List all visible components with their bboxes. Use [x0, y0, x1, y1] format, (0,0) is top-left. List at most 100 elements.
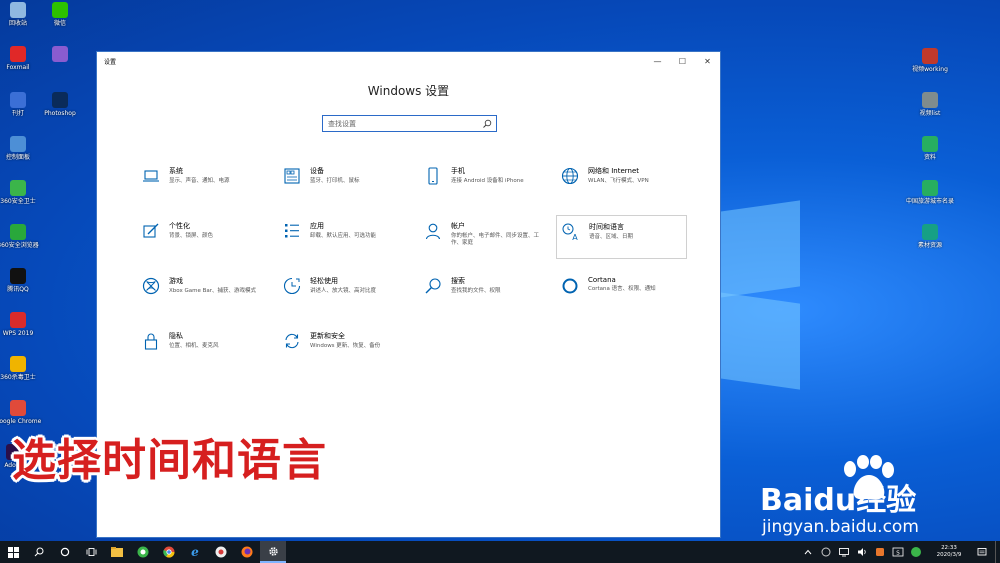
desktop-icon-label: Photoshop: [44, 110, 76, 117]
tile-cortana[interactable]: Cortana Cortana 语言、权限、通知: [556, 270, 687, 314]
tile-system[interactable]: 系统 显示、声音、通知、电源: [137, 160, 268, 204]
desktop-icon[interactable]: Photoshop: [34, 92, 86, 118]
tile-gaming[interactable]: 游戏 Xbox Game Bar、捕获、游戏模式: [137, 270, 268, 314]
taskbar-chrome[interactable]: [156, 541, 182, 563]
show-desktop-button[interactable]: [995, 541, 1000, 563]
tile-apps[interactable]: 应用 卸载、默认应用、可选功能: [278, 215, 409, 259]
tile-description: 卸载、默认应用、可选功能: [310, 233, 377, 239]
desktop-icon-label: 中国旅游城市名录: [905, 198, 954, 205]
close-button[interactable]: ✕: [695, 52, 720, 70]
minimize-button[interactable]: —: [645, 52, 670, 70]
desktop-icon[interactable]: Google Chrome: [0, 400, 44, 426]
desktop-icon[interactable]: 控制面板: [0, 136, 44, 162]
tile-description: 蓝牙、打印机、鼠标: [310, 178, 360, 184]
search-box[interactable]: [322, 115, 497, 132]
desktop-icon[interactable]: [34, 46, 86, 64]
taskbar-clock[interactable]: 22:33 2020/3/9: [925, 545, 973, 559]
tile-network[interactable]: 网络和 Internet WLAN、飞行模式、VPN: [556, 160, 687, 204]
notification-icon[interactable]: [976, 546, 988, 558]
desktop-icon[interactable]: 素材资源: [904, 224, 956, 250]
cortana-button[interactable]: [52, 541, 78, 563]
desktop-icon[interactable]: 视频working: [904, 48, 956, 74]
desktop-icon-label: 腾讯QQ: [7, 286, 29, 293]
tile-phone[interactable]: 手机连接 Android 设备和 iPhone: [419, 160, 550, 204]
desktop-icon[interactable]: WPS 2019: [0, 312, 44, 338]
taskbar-file-explorer[interactable]: [104, 541, 130, 563]
desktop-app-icon: [10, 268, 26, 284]
desktop-icon[interactable]: 360杀毒卫士: [0, 356, 44, 382]
search-input[interactable]: [328, 119, 478, 128]
tile-description: 连接 Android 设备和 iPhone: [451, 178, 524, 184]
desktop-app-icon: [52, 46, 68, 62]
page-title: Windows 设置: [367, 84, 450, 98]
desktop-app-icon: [922, 48, 938, 64]
tray-app-icon[interactable]: [820, 546, 832, 558]
chrome-icon: [163, 546, 175, 558]
tile-ease-of-access[interactable]: 轻松使用 讲述人、放大镜、高对比度: [278, 270, 409, 314]
desktop-icon-label: 360安全卫士: [0, 198, 36, 205]
chevron-up-icon[interactable]: [802, 546, 814, 558]
tray-security-icon[interactable]: [874, 546, 886, 558]
window-titlebar[interactable]: 设置 — ☐ ✕: [97, 52, 720, 70]
tile-update-security[interactable]: 更新和安全 Windows 更新、恢复、备份: [278, 325, 409, 369]
tile-devices[interactable]: 设备蓝牙、打印机、鼠标: [278, 160, 409, 204]
desktop-icon-label: 视频working: [912, 66, 948, 73]
network-icon[interactable]: [838, 546, 850, 558]
tray-green-app-icon[interactable]: [910, 546, 922, 558]
tile-privacy[interactable]: 隐私 位置、相机、麦克风: [137, 325, 268, 369]
tile-name: 搜索: [451, 277, 465, 285]
desktop-icon[interactable]: 360安全卫士: [0, 180, 44, 206]
tile-name: 手机: [451, 167, 465, 175]
desktop-icon[interactable]: 360安全浏览器: [0, 224, 44, 250]
tile-name: 更新和安全: [310, 332, 345, 340]
desktop-app-icon: [10, 136, 26, 152]
tile-name: 设备: [310, 167, 324, 175]
windows-wallpaper-logo: [720, 190, 810, 390]
desktop-app-icon: [922, 180, 938, 196]
volume-icon[interactable]: [856, 546, 868, 558]
taskbar-app-red[interactable]: [208, 541, 234, 563]
tile-name: 帐户: [451, 222, 465, 230]
folder-icon: [111, 547, 123, 557]
start-button[interactable]: [0, 541, 26, 563]
globe-icon: [560, 166, 580, 186]
maximize-button[interactable]: ☐: [670, 52, 695, 70]
taskbar-firefox[interactable]: [234, 541, 260, 563]
taskbar-search-button[interactable]: [26, 541, 52, 563]
tile-name: 轻松使用: [310, 277, 338, 285]
taskbar-settings[interactable]: [260, 541, 286, 563]
desktop-icon[interactable]: 资料: [904, 136, 956, 162]
tile-name: Cortana: [588, 276, 616, 284]
tile-description: Cortana 语言、权限、通知: [588, 286, 656, 292]
baidu-watermark: Baidu经验 jingyan.baidu.com: [760, 455, 990, 540]
search-icon[interactable]: [482, 119, 492, 129]
desktop-app-icon: [10, 180, 26, 196]
search-icon: [423, 276, 443, 296]
desktop-app-icon: [10, 312, 26, 328]
tile-description: 查找我的文件、权限: [451, 288, 501, 294]
desktop-icon[interactable]: 微信: [34, 2, 86, 28]
time-language-icon: A: [561, 222, 581, 242]
desktop-icon-label: 控制面板: [5, 154, 30, 161]
watermark-brand: Baidu经验: [760, 483, 917, 518]
tile-description: 背景、锁屏、颜色: [169, 233, 214, 239]
apps-list-icon: [282, 221, 302, 241]
desktop-icon[interactable]: 腾讯QQ: [0, 268, 44, 294]
taskbar-360-browser[interactable]: [130, 541, 156, 563]
tile-time-language[interactable]: A 时间和语言 语音、区域、日期: [556, 215, 687, 259]
ease-of-access-icon: [282, 276, 302, 296]
desktop-icon[interactable]: 中国旅游城市名录: [904, 180, 956, 206]
desktop-icon[interactable]: 视频list: [904, 92, 956, 118]
task-view-button[interactable]: [78, 541, 104, 563]
ime-icon[interactable]: S: [892, 546, 904, 558]
tile-accounts[interactable]: 帐户 你的帐户、电子邮件、同步设置、工作、家庭: [419, 215, 550, 259]
desktop-app-icon: [10, 400, 26, 416]
tile-personalization[interactable]: 个性化 背景、锁屏、颜色: [137, 215, 268, 259]
tile-search[interactable]: 搜索查找我的文件、权限: [419, 270, 550, 314]
taskbar-edge[interactable]: e: [182, 541, 208, 563]
edge-icon: e: [191, 545, 199, 559]
desktop-app-icon: [10, 356, 26, 372]
desktop-app-icon: [52, 92, 68, 108]
desktop-icon-label: 微信: [53, 20, 66, 27]
desktop-app-icon: [922, 92, 938, 108]
